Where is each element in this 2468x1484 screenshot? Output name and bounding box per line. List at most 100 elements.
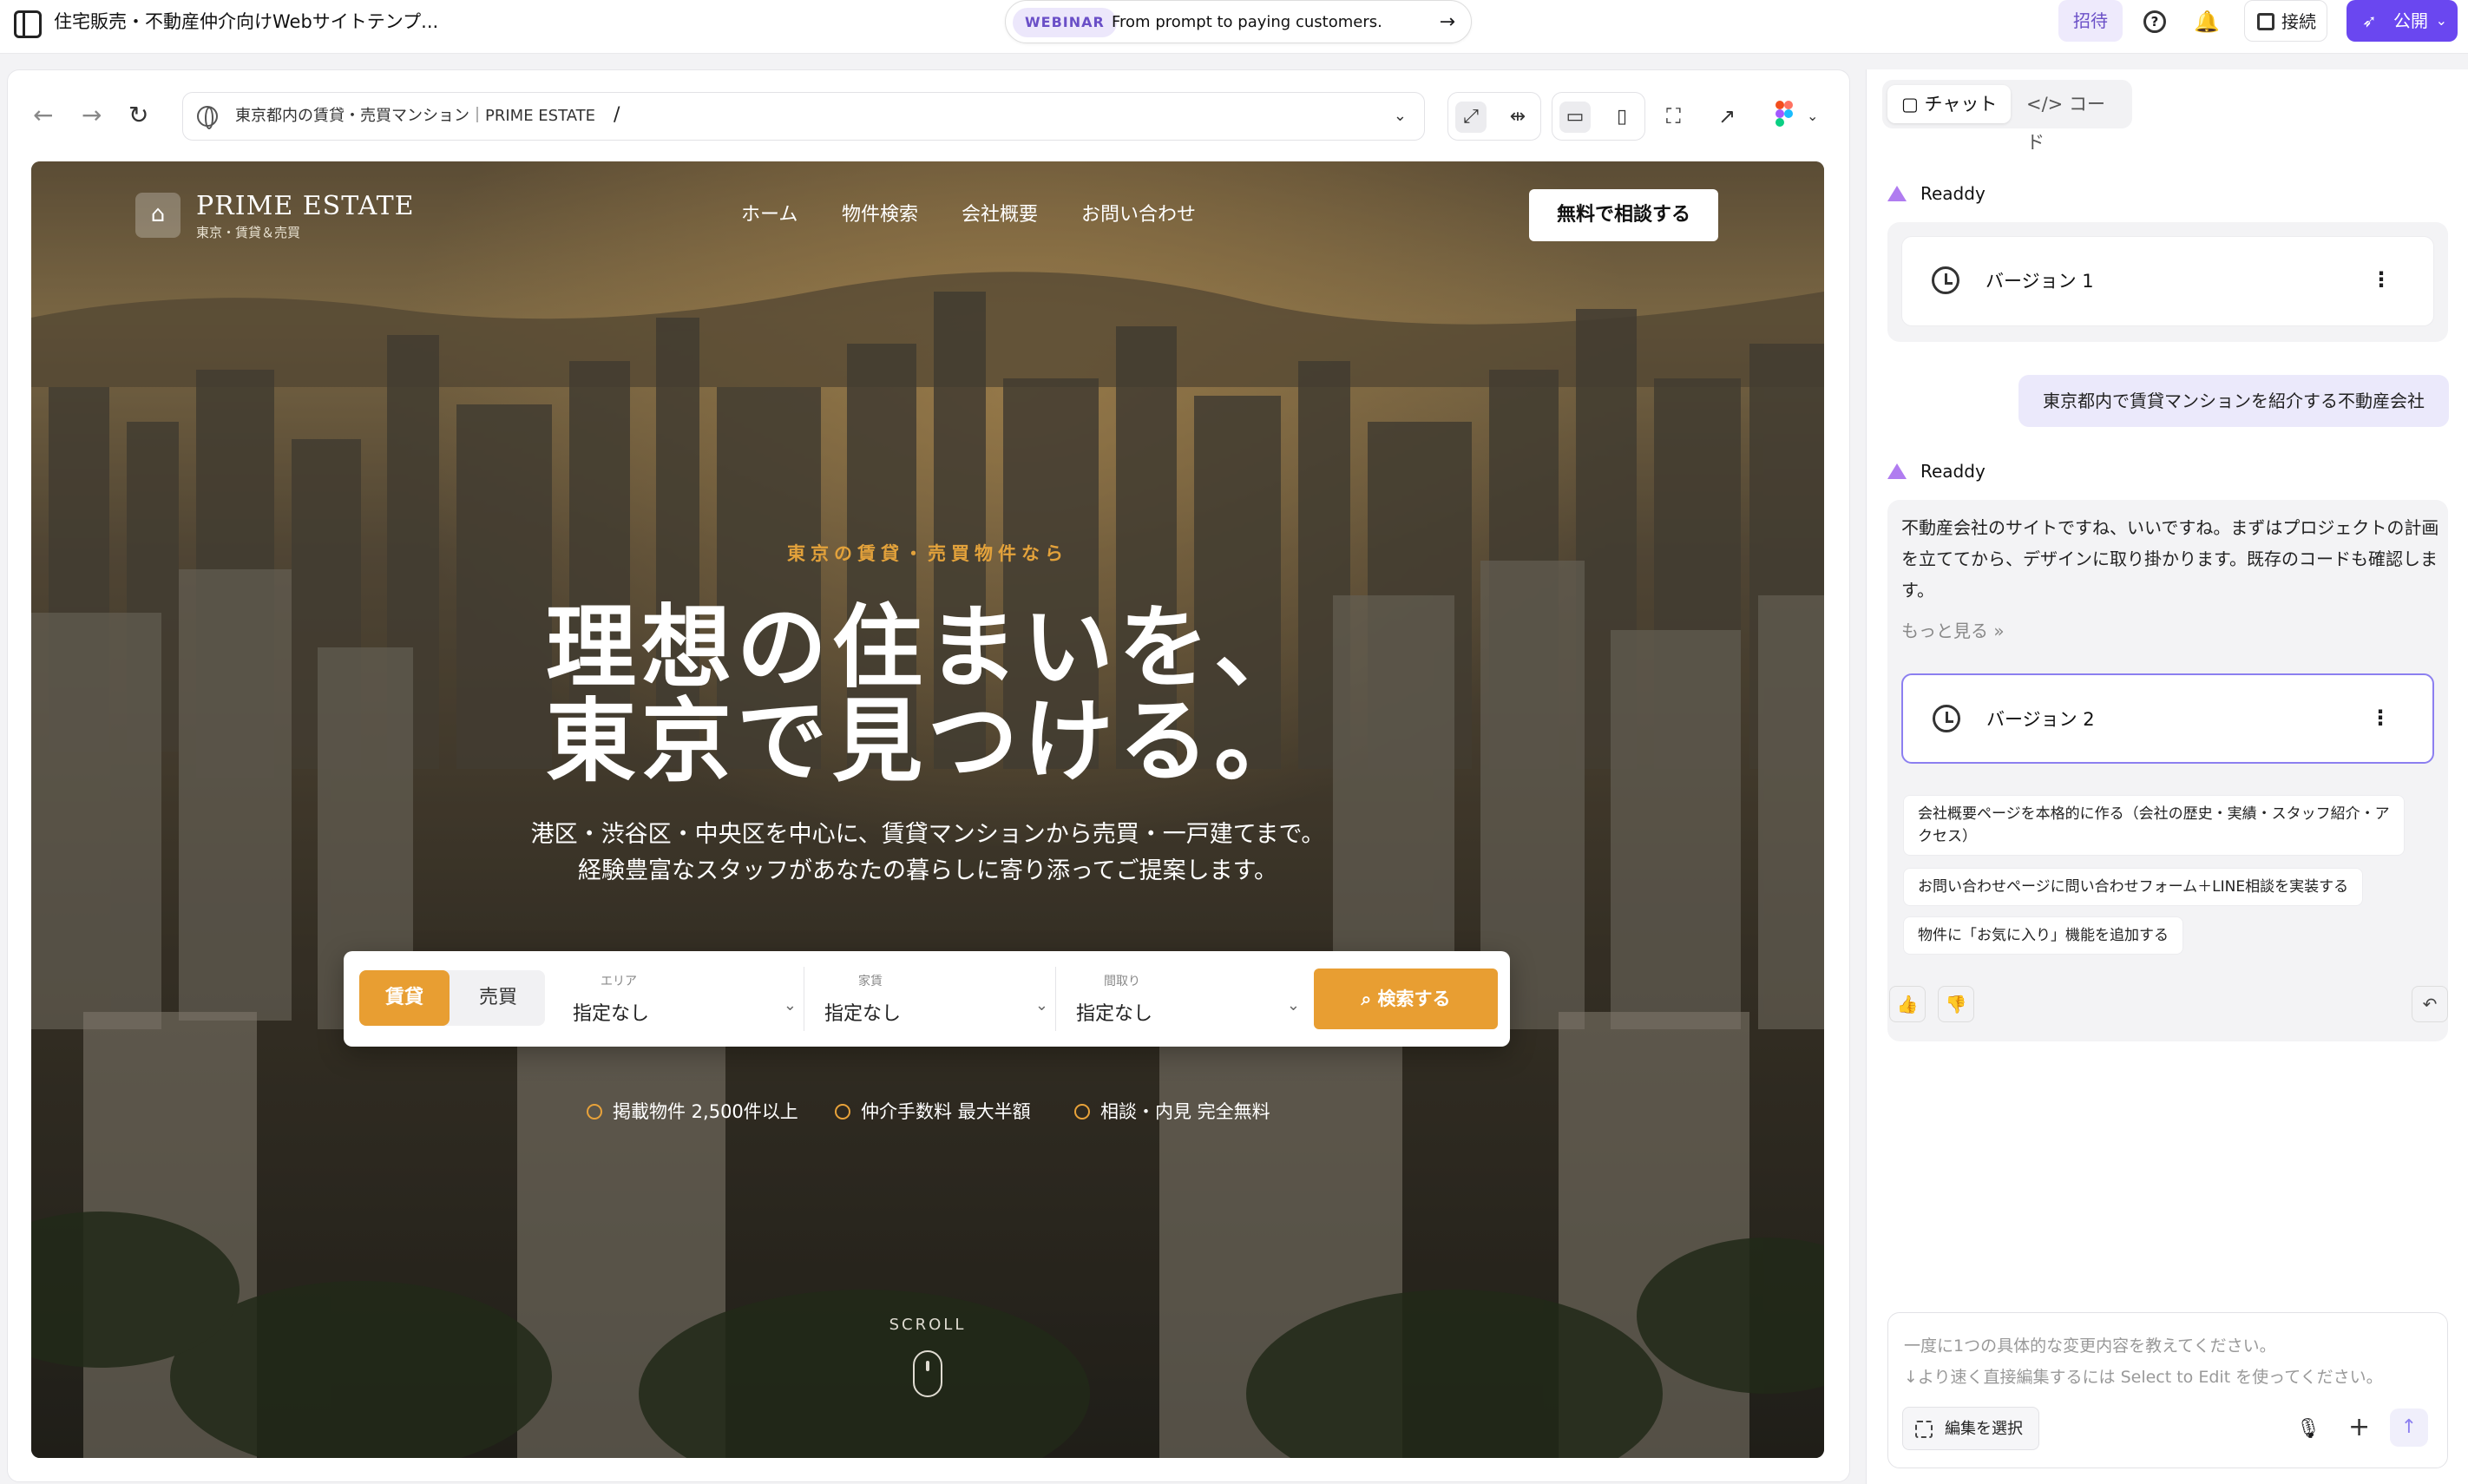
- bot-name: Readdy: [1920, 461, 1986, 482]
- url-site-title: 東京都内の賃貸・売買マンション｜PRIME ESTATE: [235, 107, 595, 125]
- chevron-down-icon: ⌄: [2435, 12, 2447, 29]
- chevron-down-icon[interactable]: ⌄: [1807, 101, 1818, 132]
- fit-width-icon[interactable]: ⇹: [1502, 102, 1533, 133]
- show-more-label: もっと見る: [1901, 621, 1988, 641]
- divider: [1055, 967, 1056, 1031]
- check-circle-icon: [835, 1104, 850, 1120]
- bot-name: Readdy: [1920, 183, 1986, 204]
- thumbs-down-icon[interactable]: 👎: [1938, 986, 1974, 1022]
- rocket-icon: ➶: [2362, 10, 2377, 31]
- more-options-icon[interactable]: ⋮: [2370, 703, 2391, 732]
- select-icon: [1915, 1421, 1933, 1438]
- url-path: /: [614, 104, 620, 126]
- feature-fee: 仲介手数料 最大半額: [835, 1099, 1031, 1125]
- nav-contact[interactable]: お問い合わせ: [1081, 201, 1196, 229]
- version-title: バージョン 1: [1986, 271, 2094, 292]
- mobile-icon[interactable]: ▯: [1606, 102, 1638, 133]
- brand-name[interactable]: PRIME ESTATE: [196, 191, 415, 222]
- select-to-edit-label: 編集を選択: [1945, 1420, 2023, 1438]
- bot-message-card: バージョン 1 ⋮: [1887, 222, 2448, 342]
- feature-listings: 掲載物件 2,500件以上: [587, 1099, 798, 1125]
- nav-home[interactable]: ホーム: [741, 201, 798, 229]
- placeholder-line1: 一度に1つの具体的な変更内容を教えてください。: [1904, 1336, 2276, 1356]
- layout-label: 間取り: [1104, 975, 1140, 988]
- hero-headline-line2: 東京で見つける。: [545, 687, 1309, 794]
- version-card[interactable]: バージョン 1 ⋮: [1901, 236, 2434, 326]
- tab-rent[interactable]: 賃貸: [359, 970, 450, 1026]
- chat-icon: ▢: [1901, 94, 1925, 115]
- nav-property-search[interactable]: 物件検索: [842, 201, 918, 229]
- area-label: エリア: [601, 975, 637, 988]
- suggestion-chip[interactable]: お問い合わせページに問い合わせフォーム＋LINE相談を実装する: [1903, 868, 2364, 906]
- hero-section: ⌂ PRIME ESTATE 東京・賃貸＆売買 ホーム 物件検索 会社概要 お問…: [31, 161, 1824, 1458]
- home-logo-icon[interactable]: ⌂: [135, 193, 181, 238]
- feature-free: 相談・内見 完全無料: [1074, 1099, 1270, 1125]
- send-button[interactable]: ↑: [2390, 1408, 2428, 1447]
- globe-icon: [197, 106, 218, 129]
- thumbs-up-icon[interactable]: 👍: [1889, 986, 1926, 1022]
- undo-icon[interactable]: ↶: [2412, 986, 2448, 1022]
- forward-icon[interactable]: →: [82, 94, 102, 137]
- rent-select[interactable]: 家賃 指定なし ⌄: [814, 967, 1066, 1031]
- feature-text: 仲介手数料 最大半額: [861, 1101, 1031, 1122]
- check-circle-icon: [1074, 1104, 1090, 1120]
- tab-buy[interactable]: 売買: [451, 970, 545, 1026]
- bot-reply-text: 不動産会社のサイトですね、いいですね。まずはプロジェクトの計画を立ててから、デザ…: [1901, 517, 2439, 601]
- user-message: 東京都内で賃貸マンションを紹介する不動産会社: [2018, 375, 2449, 427]
- desktop-icon[interactable]: ▭: [1559, 102, 1591, 133]
- show-more-link[interactable]: もっと見る »: [1901, 618, 2005, 644]
- resize-icon[interactable]: ⤢: [1455, 102, 1487, 133]
- back-icon[interactable]: ←: [33, 94, 53, 137]
- chat-input[interactable]: 一度に1つの具体的な変更内容を教えてください。 ↓より速く直接編集するには Se…: [1887, 1312, 2448, 1468]
- readdy-logo-icon: [1887, 463, 1907, 479]
- placeholder-line2: ↓より速く直接編集するには Select to Edit を使ってください。: [1904, 1368, 2383, 1387]
- connect-icon: [2257, 13, 2274, 30]
- search-type-toggle: 賃貸 売買: [359, 970, 545, 1026]
- hero-eyebrow: 東京の賃貸・売買物件なら: [787, 543, 1068, 564]
- nav-company[interactable]: 会社概要: [962, 201, 1038, 229]
- project-title[interactable]: 住宅販売・不動産仲介向けWebサイトテンプ...: [54, 9, 438, 35]
- publish-button[interactable]: ➶ 公開 ⌄: [2347, 0, 2458, 42]
- code-icon: </>: [2026, 94, 2069, 115]
- area-select[interactable]: エリア 指定なし ⌄: [562, 967, 814, 1031]
- history-icon: [1932, 266, 1959, 294]
- property-search-bar: 賃貸 売買 エリア 指定なし ⌄ 家賃 指定なし ⌄ 間取り 指定なし ⌄ ⌕ …: [344, 951, 1510, 1047]
- select-to-edit-button[interactable]: 編集を選択: [1902, 1407, 2039, 1450]
- more-options-icon[interactable]: ⋮: [2371, 265, 2392, 294]
- feature-text: 相談・内見 完全無料: [1100, 1101, 1270, 1122]
- panel-tabs: ▢ チャット </> コード: [1882, 80, 2132, 153]
- suggestion-chip[interactable]: 会社概要ページを本格的に作る（会社の歴史・実績・スタッフ紹介・アクセス）: [1903, 795, 2405, 856]
- suggestion-chip[interactable]: 物件に「お気に入り」機能を追加する: [1903, 916, 2183, 955]
- tab-code[interactable]: </> コード: [2012, 85, 2132, 153]
- search-icon: ⌕: [1361, 988, 1378, 1009]
- bell-icon[interactable]: 🔔: [2194, 7, 2220, 36]
- chevron-down-icon: ⌄: [1034, 996, 1048, 1015]
- external-link-icon[interactable]: ↗: [1718, 101, 1736, 132]
- microphone-icon[interactable]: 🎙: [2296, 1414, 2320, 1445]
- help-icon[interactable]: ?: [2143, 10, 2166, 33]
- top-bar: 住宅販売・不動産仲介向けWebサイトテンプ... WEBINAR From pr…: [0, 0, 2468, 54]
- invite-button[interactable]: 招待: [2058, 0, 2123, 42]
- sidebar-toggle-icon[interactable]: [14, 10, 42, 38]
- connect-button[interactable]: 接続: [2244, 0, 2327, 42]
- chevron-down-icon[interactable]: ⌄: [1394, 102, 1407, 131]
- webinar-banner[interactable]: WEBINAR From prompt to paying customers.…: [1005, 0, 1472, 43]
- url-bar[interactable]: 東京都内の賃貸・売買マンション｜PRIME ESTATE / ⌄: [182, 92, 1425, 141]
- figma-icon[interactable]: [1776, 101, 1793, 127]
- webinar-tag: WEBINAR: [1013, 8, 1117, 37]
- search-button[interactable]: ⌕ 検索する: [1314, 969, 1498, 1029]
- tab-chat[interactable]: ▢ チャット: [1887, 85, 2012, 123]
- scroll-mouse-icon[interactable]: [913, 1350, 942, 1397]
- arrow-right-icon: →: [1439, 11, 1455, 33]
- reload-icon[interactable]: ↻: [128, 94, 148, 137]
- version-card-selected[interactable]: バージョン 2 ⋮: [1901, 673, 2434, 764]
- search-button-label: 検索する: [1377, 988, 1451, 1009]
- scroll-label: SCROLL: [889, 1316, 967, 1334]
- bot-header: Readdy: [1887, 181, 1986, 207]
- layout-select[interactable]: 間取り 指定なし ⌄: [1066, 967, 1317, 1031]
- webinar-text: From prompt to paying customers.: [1112, 13, 1382, 31]
- fullscreen-icon[interactable]: ⛶: [1666, 101, 1681, 132]
- free-consultation-button[interactable]: 無料で相談する: [1529, 189, 1718, 241]
- version-title: バージョン 2: [1986, 709, 2095, 730]
- plus-icon[interactable]: +: [2348, 1410, 2370, 1445]
